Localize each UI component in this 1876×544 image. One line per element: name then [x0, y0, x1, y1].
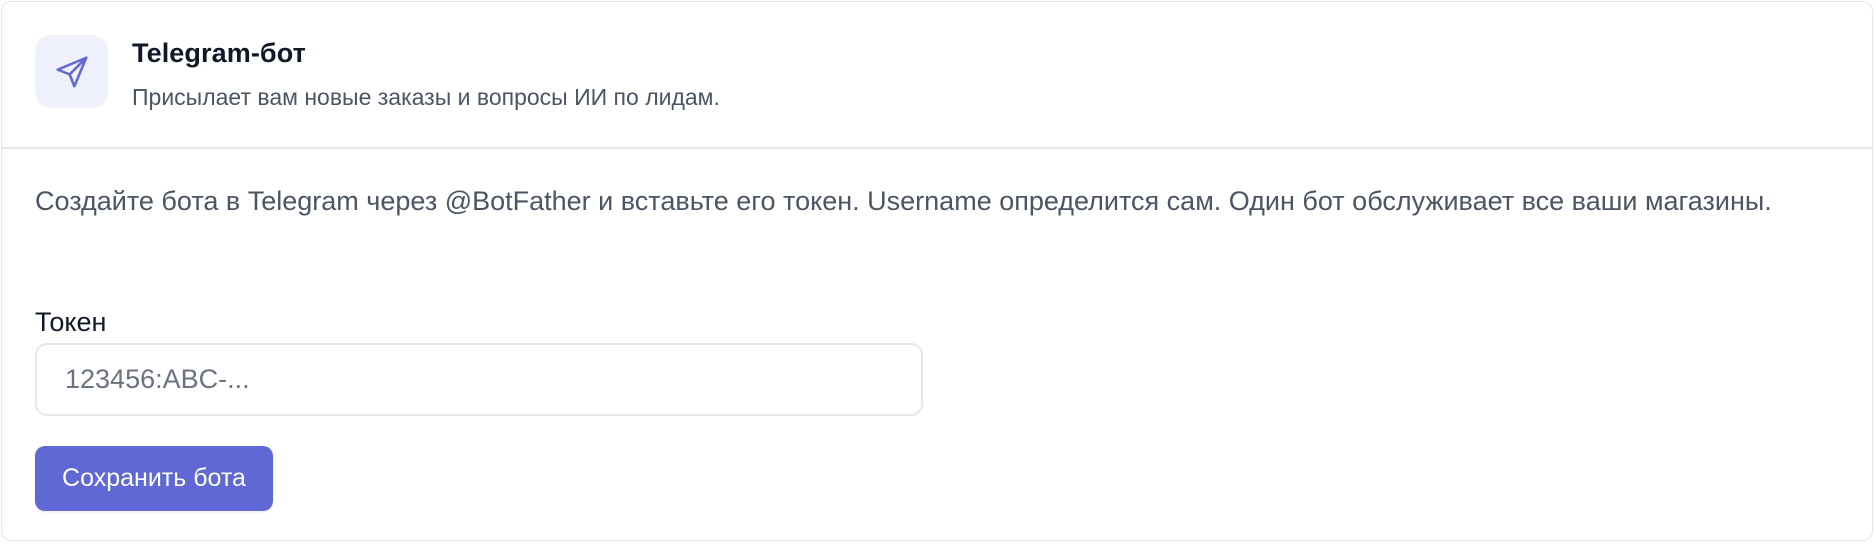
telegram-bot-card: Telegram-бот Присылает вам новые заказы … — [1, 1, 1873, 541]
token-label: Токен — [35, 307, 107, 337]
icon-container — [35, 35, 108, 108]
token-input[interactable] — [35, 343, 923, 416]
card-title: Telegram-бот — [132, 38, 306, 68]
save-bot-button[interactable]: Сохранить бота — [35, 446, 273, 511]
send-icon — [55, 55, 88, 88]
card-subtitle: Присылает вам новые заказы и вопросы ИИ … — [132, 84, 720, 110]
card-header: Telegram-бот Присылает вам новые заказы … — [2, 2, 1872, 149]
instructions-text: Создайте бота в Telegram через @BotFathe… — [35, 186, 1772, 216]
